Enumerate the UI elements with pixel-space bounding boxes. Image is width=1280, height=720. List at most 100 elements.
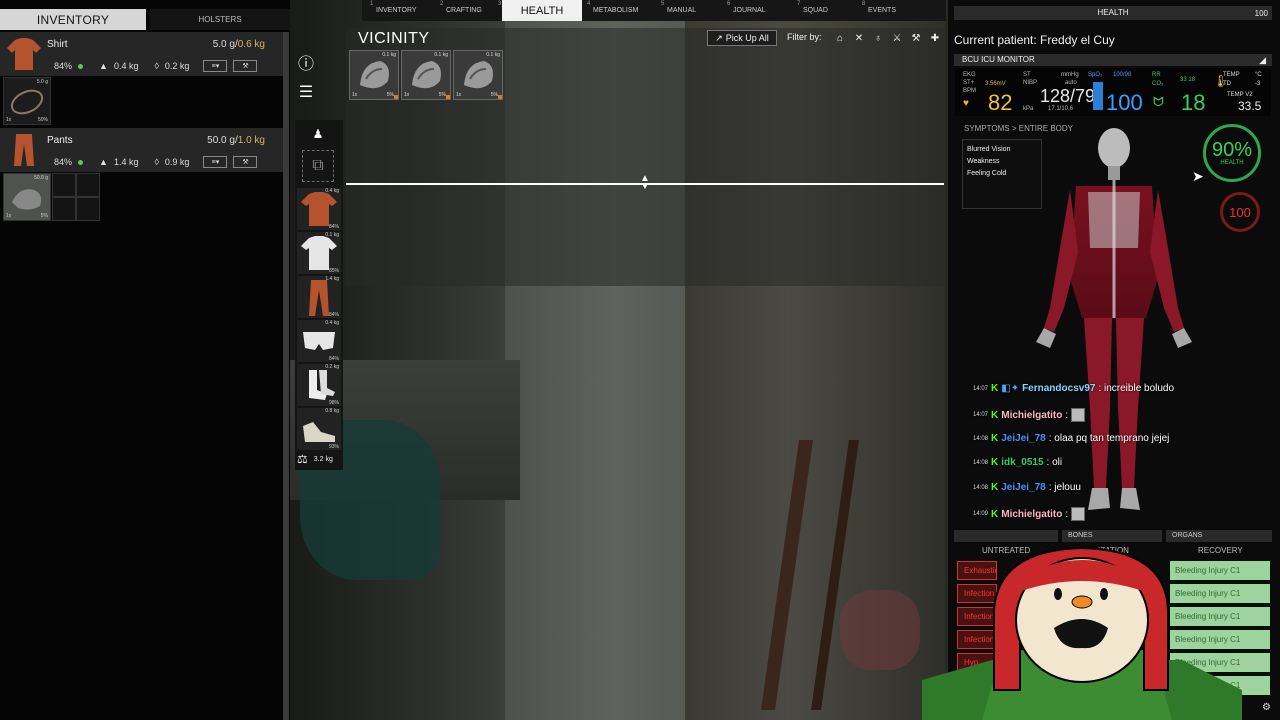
spo2-value: 100: [1106, 90, 1143, 115]
total-weight: ⚖ 3.2 kg: [297, 452, 333, 466]
chat-message: 14:09 K Michielgatito:: [973, 507, 1086, 521]
kick-badge-icon: K: [991, 457, 999, 468]
pants-weight: 50.0 g/1.0 kg: [207, 135, 265, 146]
kick-badge-icon: K: [991, 433, 999, 444]
kick-badge-icon: K: [991, 383, 999, 394]
right-foot[interactable]: [1088, 488, 1110, 510]
tab-events[interactable]: 8 EVENTS: [862, 0, 896, 21]
resize-arrows-icon[interactable]: ▲ ▼: [640, 174, 650, 192]
body-slot-socks[interactable]: 0.2 kg 98%: [297, 364, 341, 406]
health-bar: HEALTH 100: [954, 6, 1272, 20]
kick-badge-icon: K: [991, 482, 999, 493]
chat-message: 14:08 Kidk_0515: oli: [973, 457, 1063, 468]
shirt-name: Shirt: [47, 39, 68, 50]
settings-gear-icon[interactable]: ⚙: [1262, 702, 1271, 713]
shirt-container-slot[interactable]: 5.0 g 1x 50%: [3, 77, 51, 125]
blood-pressure-value: 128/79: [1040, 86, 1096, 106]
vicinity-title: VICINITY: [358, 30, 430, 47]
filter-tools-icon[interactable]: ✕: [851, 31, 867, 45]
empty-slot[interactable]: [52, 197, 76, 221]
chat-message: 14:08 K JeiJei_78: olaa pq tan temprano je…: [973, 433, 1170, 444]
pickup-icon: ↗: [715, 32, 723, 43]
left-arm[interactable]: [1150, 190, 1184, 332]
sort-button[interactable]: ≡▾: [203, 60, 228, 72]
info-icon[interactable]: ⓘ: [294, 50, 318, 74]
vicinity-item[interactable]: 0.1 kg 1x 5%: [349, 50, 399, 100]
kick-badge-icon: K: [991, 508, 999, 520]
filter-medical-icon[interactable]: ✚: [927, 31, 943, 45]
sub-badge-icon: ◧✦: [1001, 383, 1020, 394]
weight-icon: ▲: [99, 157, 108, 167]
top-navigation: 1 INVENTORY 2 CRAFTING 3 HEALTH 4 METABOLISM…: [362, 0, 946, 21]
body-slot-shirt[interactable]: 0.4 kg 84%: [297, 188, 341, 230]
empty-slot[interactable]: [76, 173, 100, 197]
icu-monitor-title: BCU ICU MONITOR ◢: [954, 54, 1272, 66]
weight-bag-icon: ⚖: [297, 452, 308, 466]
health-percentage-gauge: 90% HEALTH: [1203, 124, 1261, 182]
tab-crafting[interactable]: 2 CRAFTING: [440, 0, 482, 21]
tab-inventory-main[interactable]: 1 INVENTORY: [370, 0, 417, 21]
vicinity-panel: VICINITY ↗ Pick Up All Filter by: ⌂ ✕ ♁ ⚔…: [346, 28, 944, 286]
filter-food-icon[interactable]: ♁: [870, 31, 886, 45]
vicinity-item[interactable]: 0.1 kg 1x 5%: [453, 50, 503, 100]
kick-badge-icon: K: [991, 409, 999, 421]
tab-holsters[interactable]: HOLSTERS: [150, 9, 290, 30]
vicinity-item[interactable]: 0.1 kg 1x 5%: [401, 50, 451, 100]
bag: [840, 590, 920, 670]
gear-row-shirt[interactable]: Shirt 5.0 g/0.6 kg 84% ▲ 0.4 kg ◊ 0.2 kg…: [0, 32, 283, 76]
left-foot[interactable]: [1120, 488, 1140, 510]
stream-overlay-text: [926, 524, 986, 542]
empty-slot-icon[interactable]: ⧉: [302, 150, 334, 182]
tool-button[interactable]: ⚒: [233, 60, 258, 72]
sort-list-icon[interactable]: ☰: [294, 80, 318, 104]
left-leg[interactable]: [1116, 318, 1144, 488]
body-slot-shoes[interactable]: 0.8 kg 93%: [297, 408, 341, 450]
tab-health[interactable]: 3 HEALTH: [498, 0, 582, 21]
condition-dot-icon: [78, 159, 84, 165]
temperature-value: 33.5: [1238, 99, 1262, 113]
lungs-icon: ᗢ: [1153, 94, 1164, 109]
body-slot-undershirt[interactable]: 0.1 kg 85%: [297, 232, 341, 274]
inventory-panel: INVENTORY HOLSTERS Shirt 5.0 g/0.6 kg 84…: [0, 0, 290, 720]
pants-container-slot[interactable]: 50.0 g 1x 5%: [3, 173, 51, 221]
pick-up-all-button[interactable]: ↗ Pick Up All: [707, 30, 777, 46]
body-slot-underwear[interactable]: 0.4 kg 84%: [297, 320, 341, 362]
filter-clothing-icon[interactable]: ⌂: [832, 31, 848, 45]
mouse-cursor-icon: ➤: [1192, 168, 1204, 184]
tab-squad[interactable]: 7 SQUAD: [797, 0, 828, 21]
tool-button[interactable]: ⚒: [233, 156, 258, 168]
pants-condition: 84%: [54, 157, 73, 167]
streamer-avatar: [922, 546, 1242, 720]
weight-icon: ▲: [99, 61, 108, 71]
icu-monitor: EKG ST+ BPM 3.56mV ♥ 82 ST NIBP mmHg aut…: [955, 68, 1271, 116]
body-figure-icon: ♟: [312, 127, 324, 141]
empty-slot[interactable]: [76, 197, 100, 221]
emote-icon: [1071, 507, 1086, 521]
skull[interactable]: [1098, 128, 1130, 168]
shirt-weight: 5.0 g/0.6 kg: [212, 39, 265, 50]
tab-manual[interactable]: 5 MANUAL: [661, 0, 696, 21]
filter-crafting-icon[interactable]: ⚒: [908, 31, 924, 45]
tab-journal[interactable]: 6 JOURNAL: [727, 0, 766, 21]
body-slot-pants[interactable]: 1.4 kg 84%: [297, 276, 341, 318]
tab-inventory[interactable]: INVENTORY: [0, 9, 146, 30]
pants-name: Pants: [47, 135, 73, 146]
pants-icon: [5, 132, 43, 168]
blood-gauge: 100: [1220, 192, 1260, 232]
chat-message: 14:08 K JeiJei_78: jelouu: [973, 482, 1081, 493]
empty-slot[interactable]: [52, 173, 76, 197]
filter-weapons-icon[interactable]: ⚔: [889, 31, 905, 45]
shirt-icon: [5, 36, 43, 72]
chat-message: 14:07 K Michielgatito:: [973, 408, 1086, 422]
spo2-bar: [1093, 82, 1103, 110]
shirt-condition: 84%: [54, 61, 73, 71]
current-patient: Current patient: Freddy el Cuy: [954, 33, 1115, 47]
bpm-value: 82: [988, 90, 1013, 115]
collapse-icon[interactable]: ◢: [1259, 54, 1266, 66]
gear-row-pants[interactable]: Pants 50.0 g/1.0 kg 84% ▲ 1.4 kg ◊ 0.9 k…: [0, 128, 283, 172]
sort-button[interactable]: ≡▾: [203, 156, 228, 168]
right-arm[interactable]: [1044, 190, 1078, 332]
tab-metabolism[interactable]: 4 METABOLISM: [587, 0, 638, 21]
right-leg[interactable]: [1084, 318, 1112, 488]
neck[interactable]: [1108, 166, 1120, 180]
